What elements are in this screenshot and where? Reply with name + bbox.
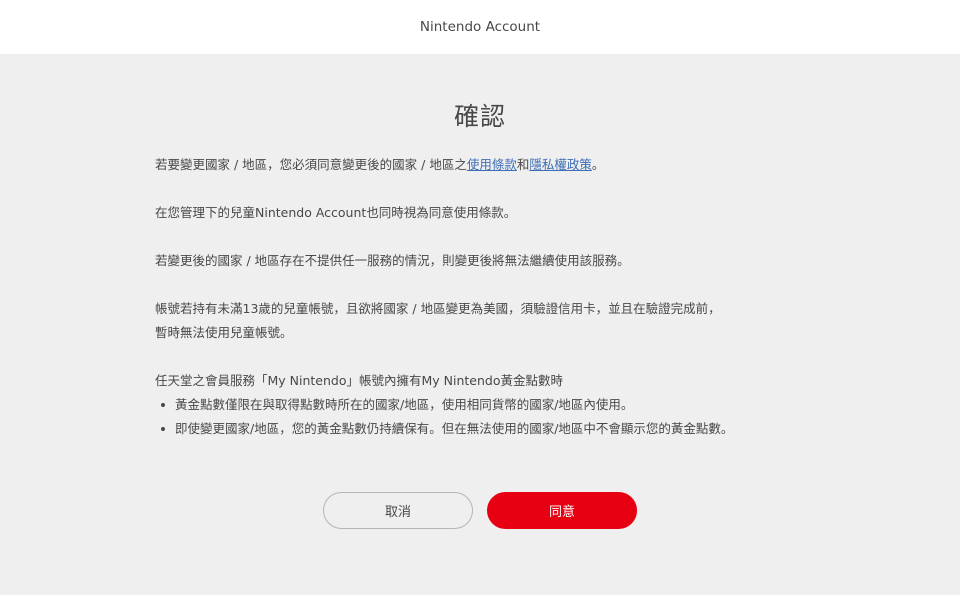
gold-points-bullet-2: 即使變更國家/地區，您的黃金點數仍持續保有。但在無法使用的國家/地區中不會顯示您… [175,421,734,436]
credit-card-notice-line1: 帳號若持有未滿13歲的兒童帳號，且欲將國家 / 地區變更為美國，須驗證信用卡，並… [155,301,721,316]
credit-card-notice-line2: 暫時無法使用兒童帳號。 [155,325,293,340]
list-item: 黃金點數僅限在與取得點數時所在的國家/地區，使用相同貨幣的國家/地區內使用。 [161,393,795,417]
main-area: 確認 若要變更國家 / 地區，您必須同意變更後的國家 / 地區之使用條款和隱私權… [0,54,960,595]
terms-of-use-link[interactable]: 使用條款 [467,157,517,172]
agree-button[interactable]: 同意 [487,492,637,529]
cancel-button[interactable]: 取消 [323,492,473,529]
credit-card-notice: 帳號若持有未滿13歲的兒童帳號，且欲將國家 / 地區變更為美國，須驗證信用卡，並… [155,297,795,345]
bullet-icon [161,427,165,431]
child-account-notice: 在您管理下的兒童Nintendo Account也同時視為同意使用條款。 [155,205,517,220]
list-item: 即使變更國家/地區，您的黃金點數仍持續保有。但在無法使用的國家/地區中不會顯示您… [161,417,795,441]
privacy-policy-link[interactable]: 隱私權政策 [529,157,592,172]
page-header: Nintendo Account [0,0,960,54]
agree-button-label: 同意 [548,505,575,520]
page-title: 確認 [453,102,506,131]
terms-text-and: 和 [516,157,530,172]
terms-text-before: 若要變更國家 / 地區，您必須同意變更後的國家 / 地區之 [155,157,467,172]
action-buttons: 取消 同意 [0,492,960,529]
cancel-button-label: 取消 [384,505,411,520]
terms-agreement-text: 若要變更國家 / 地區，您必須同意變更後的國家 / 地區之使用條款和隱私權政策。 [155,153,795,177]
gold-points-list: 黃金點數僅限在與取得點數時所在的國家/地區，使用相同貨幣的國家/地區內使用。 即… [155,393,795,441]
service-availability-notice: 若變更後的國家 / 地區存在不提供任一服務的情況，則變更後將無法繼續使用該服務。 [155,253,630,268]
header-title: Nintendo Account [419,19,541,35]
gold-points-bullet-1: 黃金點數僅限在與取得點數時所在的國家/地區，使用相同貨幣的國家/地區內使用。 [175,397,634,412]
confirmation-content: 若要變更國家 / 地區，您必須同意變更後的國家 / 地區之使用條款和隱私權政策。… [155,153,795,441]
terms-text-after: 。 [591,157,605,172]
bullet-icon [161,403,165,407]
gold-points-intro: 任天堂之會員服務「My Nintendo」帳號內擁有My Nintendo黃金點… [155,373,563,388]
